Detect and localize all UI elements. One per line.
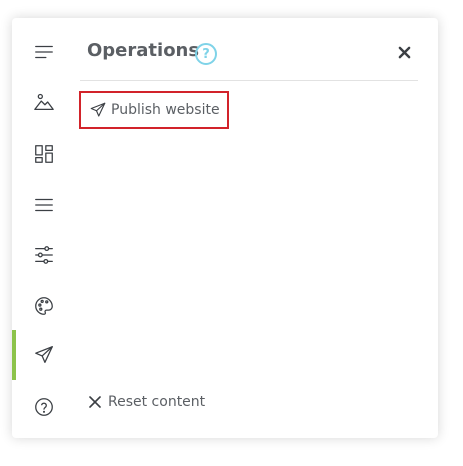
rail-item-layout[interactable] bbox=[12, 129, 76, 179]
close-button[interactable] bbox=[394, 42, 414, 62]
sidebar-rail bbox=[12, 18, 76, 438]
menu-lines-icon bbox=[35, 45, 53, 59]
help-icon[interactable]: ? bbox=[195, 43, 217, 65]
reset-content-button[interactable]: Reset content bbox=[89, 394, 205, 410]
rail-item-menu[interactable] bbox=[12, 27, 76, 77]
panel-header: Operations ? bbox=[80, 18, 418, 81]
rail-item-theme[interactable] bbox=[12, 281, 76, 331]
send-icon bbox=[35, 346, 53, 363]
send-icon bbox=[90, 102, 106, 117]
help-circle-icon bbox=[35, 398, 53, 416]
rail-item-settings[interactable] bbox=[12, 230, 76, 280]
rail-item-content[interactable] bbox=[12, 180, 76, 230]
rail-item-operations[interactable] bbox=[12, 330, 76, 380]
publish-website-button[interactable]: Publish website bbox=[79, 91, 229, 129]
close-icon bbox=[89, 396, 101, 408]
layout-dashboard-icon bbox=[35, 145, 53, 163]
operations-panel: Operations ? Publish website Reset conte… bbox=[12, 18, 438, 438]
image-icon bbox=[34, 93, 54, 110]
publish-website-label: Publish website bbox=[111, 102, 220, 118]
close-icon bbox=[398, 46, 410, 58]
hamburger-icon bbox=[35, 198, 53, 212]
palette-icon bbox=[35, 297, 53, 315]
operations-content: Operations ? Publish website Reset conte… bbox=[79, 18, 418, 438]
sliders-icon bbox=[35, 246, 53, 264]
rail-item-images[interactable] bbox=[12, 77, 76, 127]
rail-item-help[interactable] bbox=[12, 382, 76, 432]
reset-content-label: Reset content bbox=[108, 394, 206, 410]
panel-title: Operations bbox=[87, 40, 200, 61]
